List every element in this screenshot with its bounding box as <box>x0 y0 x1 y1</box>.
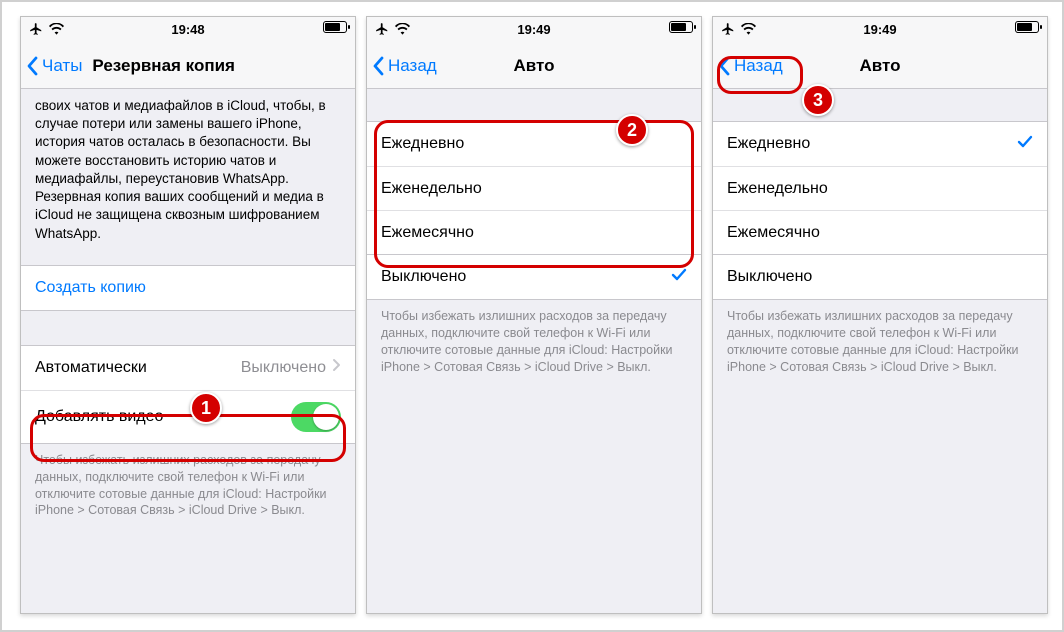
back-button[interactable]: Назад <box>367 56 443 76</box>
phone-screen-backup-settings: 19:48 Чаты Резервная копия своих чатов и… <box>20 16 356 614</box>
auto-backup-value: Выключено <box>241 359 326 377</box>
back-label: Назад <box>734 56 783 76</box>
backup-description: своих чатов и медиафайлов в iCloud, чтоб… <box>21 89 355 265</box>
option-monthly-label: Ежемесячно <box>381 224 474 242</box>
nav-title: Резервная копия <box>92 56 235 76</box>
wifi-icon <box>49 23 64 38</box>
option-weekly[interactable]: Еженедельно <box>713 166 1047 210</box>
back-button[interactable]: Назад <box>713 56 789 76</box>
back-label: Чаты <box>42 56 82 76</box>
battery-icon <box>323 21 347 33</box>
checkmark-icon <box>1017 135 1033 154</box>
checkmark-icon <box>671 268 687 287</box>
footnote-text: Чтобы избежать излишних расходов за пере… <box>367 300 701 384</box>
annotation-badge-2: 2 <box>616 114 648 146</box>
airplane-mode-icon <box>721 22 735 39</box>
create-backup-label: Создать копию <box>35 279 146 297</box>
back-button[interactable]: Чаты <box>21 56 88 76</box>
navigation-bar: Чаты Резервная копия <box>21 43 355 89</box>
status-time: 19:49 <box>517 22 550 37</box>
option-weekly[interactable]: Еженедельно <box>367 166 701 210</box>
footnote-text: Чтобы избежать излишних расходов за пере… <box>21 444 355 528</box>
option-daily[interactable]: Ежедневно <box>367 122 701 166</box>
option-off-label: Выключено <box>381 268 466 286</box>
phone-screen-auto-options-daily: 19:49 Назад Авто Ежедневно Еженедельно <box>712 16 1048 614</box>
annotation-badge-1: 1 <box>190 392 222 424</box>
create-backup-button[interactable]: Создать копию <box>21 266 355 310</box>
nav-title: Авто <box>860 56 901 76</box>
wifi-icon <box>395 23 410 38</box>
battery-icon <box>1015 21 1039 33</box>
option-off[interactable]: Выключено <box>713 255 1047 299</box>
option-weekly-label: Еженедельно <box>381 180 482 198</box>
wifi-icon <box>741 23 756 38</box>
option-weekly-label: Еженедельно <box>727 180 828 198</box>
status-time: 19:49 <box>863 22 896 37</box>
status-time: 19:48 <box>171 22 204 37</box>
auto-backup-row[interactable]: Автоматически Выключено <box>21 346 355 390</box>
status-bar: 19:49 <box>367 17 701 43</box>
battery-icon <box>669 21 693 33</box>
chevron-right-icon <box>332 358 341 377</box>
status-bar: 19:48 <box>21 17 355 43</box>
include-video-label: Добавлять видео <box>35 408 163 426</box>
option-daily-label: Ежедневно <box>381 135 464 153</box>
annotation-badge-3: 3 <box>802 84 834 116</box>
option-monthly[interactable]: Ежемесячно <box>367 210 701 254</box>
airplane-mode-icon <box>29 22 43 39</box>
option-daily[interactable]: Ежедневно <box>713 122 1047 166</box>
option-off[interactable]: Выключено <box>367 255 701 299</box>
chevron-left-icon <box>25 56 39 76</box>
option-monthly-label: Ежемесячно <box>727 224 820 242</box>
airplane-mode-icon <box>375 22 389 39</box>
option-off-label: Выключено <box>727 268 812 286</box>
navigation-bar: Назад Авто <box>367 43 701 89</box>
navigation-bar: Назад Авто <box>713 43 1047 89</box>
option-daily-label: Ежедневно <box>727 135 810 153</box>
include-video-row: Добавлять видео <box>21 390 355 443</box>
chevron-left-icon <box>717 56 731 76</box>
footnote-text: Чтобы избежать излишних расходов за пере… <box>713 300 1047 384</box>
option-monthly[interactable]: Ежемесячно <box>713 210 1047 254</box>
auto-backup-label: Автоматически <box>35 359 147 377</box>
nav-title: Авто <box>514 56 555 76</box>
phone-screen-auto-options-off: 19:49 Назад Авто Ежедневно Еженедельно Е… <box>366 16 702 614</box>
status-bar: 19:49 <box>713 17 1047 43</box>
include-video-toggle[interactable] <box>291 402 341 432</box>
chevron-left-icon <box>371 56 385 76</box>
back-label: Назад <box>388 56 437 76</box>
